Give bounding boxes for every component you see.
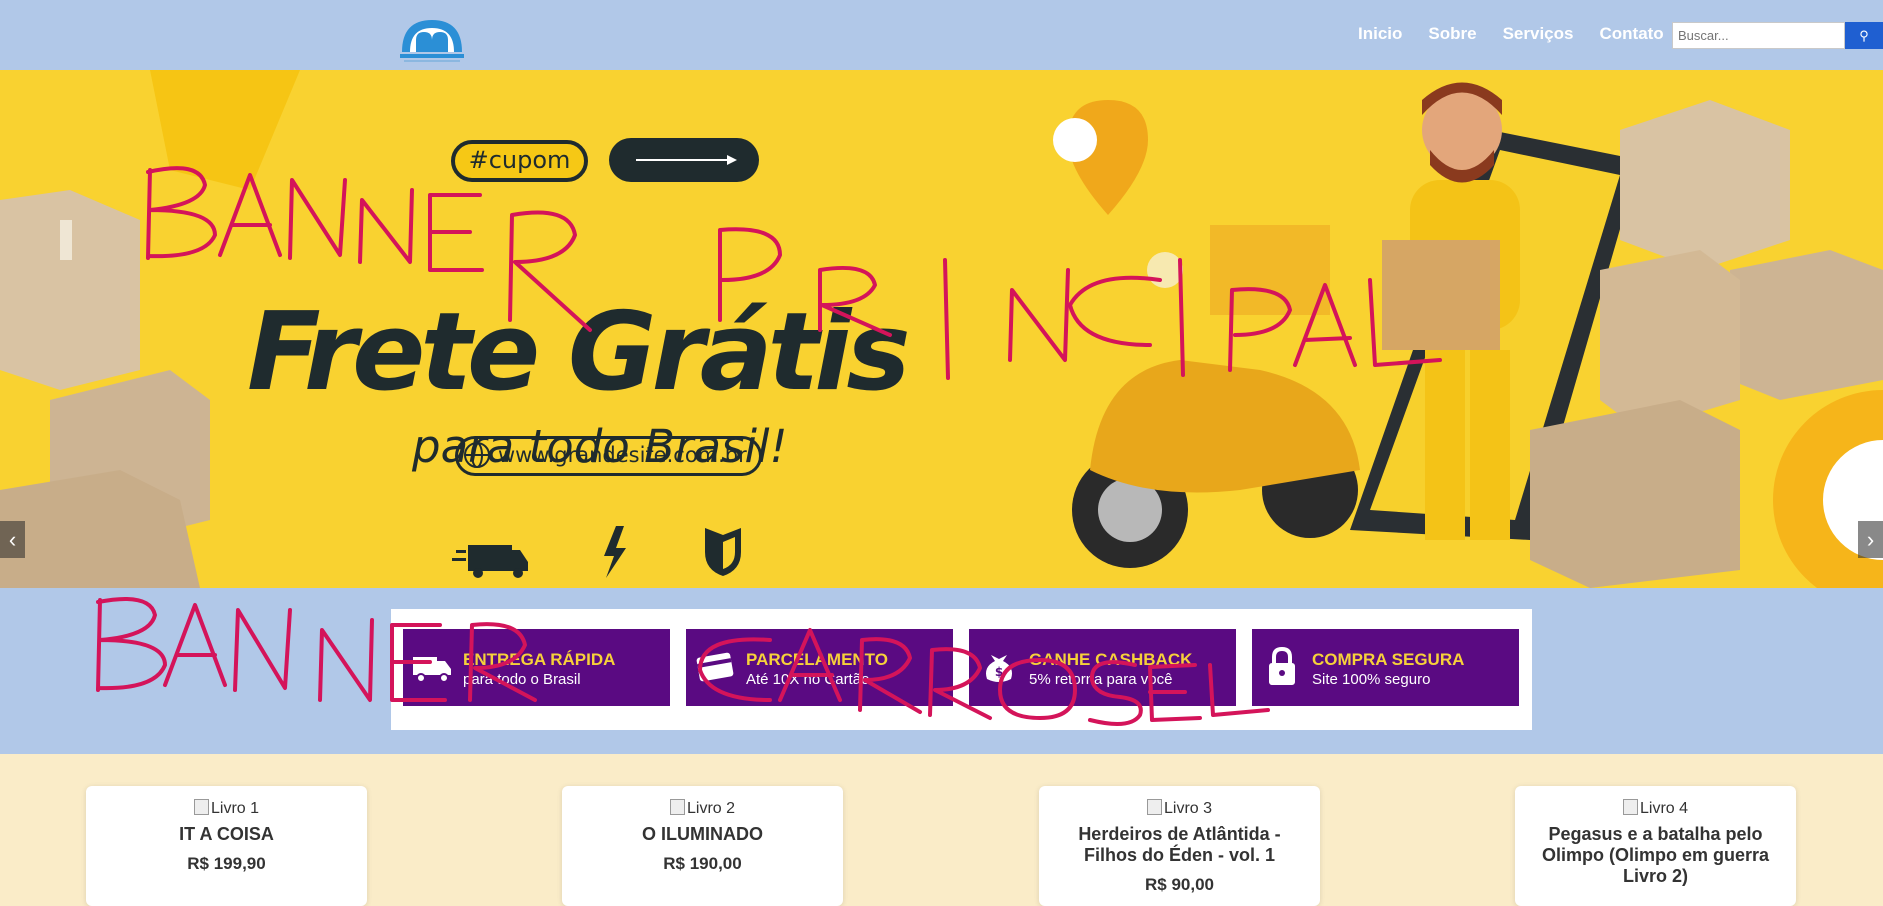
feature-secure-purchase: COMPRA SEGURA Site 100% seguro (1252, 629, 1519, 706)
feature-subtitle: Até 10X no Cartão (746, 671, 870, 688)
product-image[interactable]: Livro 2 (562, 799, 843, 818)
main-banner: #cupom Frete Grátis para todo Brasil! ww… (0, 70, 1883, 588)
product-price: R$ 90,00 (1145, 875, 1214, 894)
coupon-tag: #cupom (451, 140, 588, 182)
banner-headline: Frete Grátis (247, 290, 911, 415)
lock-icon (1269, 646, 1295, 685)
search-form: ⚲ (1672, 22, 1883, 49)
feature-subtitle: para todo o Brasil (463, 671, 581, 688)
product-name[interactable]: Herdeiros de Atlântida - Filhos do Éden … (1039, 824, 1320, 866)
product-card[interactable]: Livro 2 O ILUMINADO R$ 190,00 (562, 786, 843, 906)
feature-title: ENTREGA RÁPIDA (463, 650, 616, 669)
site-logo[interactable] (396, 12, 468, 64)
carousel-prev-button[interactable]: ‹ (0, 521, 25, 558)
feature-title: GANHE CASHBACK (1029, 650, 1193, 669)
nav-inicio[interactable]: Inicio (1358, 24, 1402, 44)
product-price: R$ 199,90 (187, 854, 266, 873)
site-header: Inicio Sobre Serviços Contato ⚲ (0, 0, 1883, 70)
truck-icon (413, 657, 451, 683)
product-name[interactable]: Pegasus e a batalha pelo Olimpo (Olimpo … (1515, 824, 1796, 887)
product-image[interactable]: Livro 4 (1515, 799, 1796, 818)
arrow-pill (609, 138, 759, 182)
banner-url: www.grandesite.com.br (455, 436, 762, 476)
product-price: R$ 190,00 (663, 854, 742, 873)
carousel-next-button[interactable]: › (1858, 521, 1883, 558)
box-right-top (1620, 100, 1790, 270)
feature-subtitle: Site 100% seguro (1312, 671, 1431, 688)
nav-servicos[interactable]: Serviços (1503, 24, 1574, 44)
nav-contato[interactable]: Contato (1599, 24, 1663, 44)
courier-box (1382, 240, 1500, 350)
arrow-right-icon (636, 155, 737, 165)
feature-title: PARCELAMENTO (746, 650, 888, 669)
search-input[interactable] (1672, 22, 1845, 49)
money-bag-icon: $ (986, 655, 1012, 682)
product-card[interactable]: Livro 3 Herdeiros de Atlântida - Filhos … (1039, 786, 1320, 906)
product-card[interactable]: Livro 1 IT A COISA R$ 199,90 (86, 786, 367, 906)
main-nav: Inicio Sobre Serviços Contato (1358, 24, 1664, 44)
product-image[interactable]: Livro 1 (86, 799, 367, 818)
feature-fast-delivery: ENTREGA RÁPIDA para todo o Brasil (403, 629, 670, 706)
product-name[interactable]: IT A COISA (86, 824, 367, 845)
search-button[interactable]: ⚲ (1845, 22, 1883, 49)
credit-card-icon (696, 652, 734, 682)
product-name[interactable]: O ILUMINADO (562, 824, 843, 845)
feature-subtitle: 5% retorna para você (1029, 671, 1173, 688)
product-card[interactable]: Livro 4 Pegasus e a batalha pelo Olimpo … (1515, 786, 1796, 906)
svg-text:$: $ (995, 665, 1003, 679)
product-image[interactable]: Livro 3 (1039, 799, 1320, 818)
feature-title: COMPRA SEGURA (1312, 650, 1465, 669)
feature-cashback: $ GANHE CASHBACK 5% retorna para você (969, 629, 1236, 706)
feature-installments: PARCELAMENTO Até 10X no Cartão (686, 629, 953, 706)
nav-sobre[interactable]: Sobre (1428, 24, 1476, 44)
features-strip: ENTREGA RÁPIDA para todo o Brasil PARCEL… (391, 609, 1532, 730)
search-icon: ⚲ (1859, 27, 1869, 43)
